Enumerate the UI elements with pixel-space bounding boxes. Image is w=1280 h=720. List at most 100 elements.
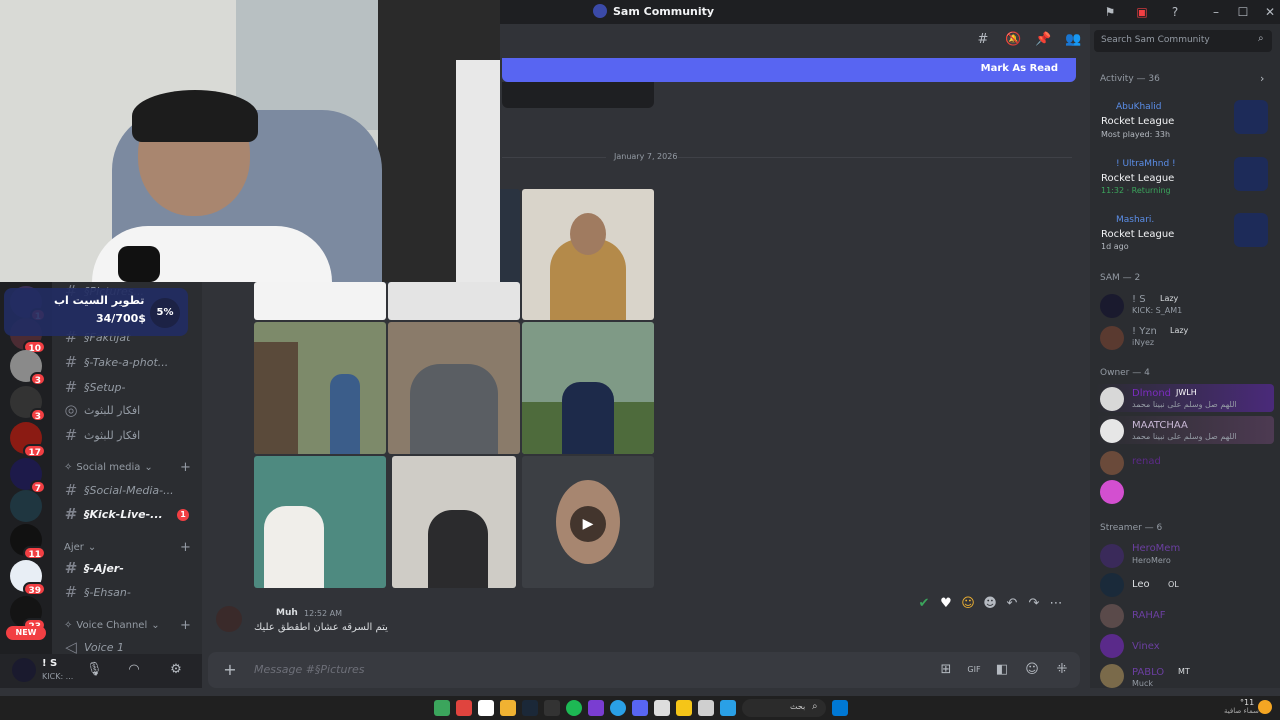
gif-icon[interactable]: GIF <box>966 662 982 678</box>
category-ajer[interactable]: Ajer ⌄ <box>64 542 96 553</box>
chevron-right-icon[interactable]: › <box>1260 72 1264 85</box>
server-icon[interactable]: 3 <box>10 386 46 422</box>
check-reaction-icon[interactable]: ✔ <box>916 596 932 612</box>
windows-start-icon[interactable] <box>832 700 848 716</box>
message-input[interactable]: Message #§Pictures <box>254 663 364 676</box>
app-icon[interactable] <box>720 700 736 716</box>
avatar[interactable] <box>216 606 242 632</box>
app-icon[interactable] <box>588 700 604 716</box>
avatar[interactable] <box>1100 387 1124 411</box>
avatar[interactable] <box>1100 326 1124 350</box>
avatar[interactable] <box>1100 634 1124 658</box>
avatar[interactable] <box>1100 480 1124 504</box>
channel-item[interactable]: # §Social-Media-... <box>64 479 174 501</box>
mark-as-read-button[interactable]: Mark As Read <box>981 63 1058 74</box>
channel-item[interactable]: # §-Ajer- <box>64 557 124 579</box>
edge-icon[interactable] <box>610 700 626 716</box>
app-icon[interactable] <box>456 700 472 716</box>
avatar[interactable] <box>1100 544 1124 568</box>
heart-reaction-icon[interactable]: ♥ <box>938 596 954 612</box>
server-icon[interactable] <box>10 490 42 522</box>
image-attachment[interactable] <box>388 322 520 454</box>
image-attachment[interactable] <box>522 322 654 454</box>
avatar[interactable] <box>1100 664 1124 688</box>
member-list-icon[interactable]: 👥 <box>1065 32 1081 48</box>
taskbar-search[interactable]: بحث ⌕ <box>742 699 826 717</box>
avatar[interactable] <box>1100 419 1124 443</box>
gift-icon[interactable]: ⊞ <box>938 662 954 678</box>
avatar[interactable] <box>1100 451 1124 475</box>
image-attachment[interactable] <box>522 189 654 320</box>
message-author[interactable]: Muh <box>276 608 298 618</box>
flag-icon[interactable]: ⚑ <box>1102 4 1118 20</box>
server-icon[interactable]: 7 <box>10 458 46 494</box>
minimize-button[interactable]: – <box>1202 0 1230 24</box>
member-name[interactable]: Dlmond <box>1132 388 1171 399</box>
server-icon[interactable]: 23 <box>10 596 46 632</box>
play-icon[interactable]: ▶ <box>570 506 606 542</box>
forward-icon[interactable]: ↷ <box>1026 596 1042 612</box>
discord-icon[interactable] <box>632 700 648 716</box>
pin-icon[interactable]: 📌 <box>1035 32 1051 48</box>
spotify-icon[interactable] <box>566 700 582 716</box>
headphones-icon[interactable]: ◠ <box>126 662 142 678</box>
inbox-icon[interactable]: ▣ <box>1134 4 1150 20</box>
channel-item[interactable]: # §Kick-Live-... <box>64 503 163 525</box>
app-icon[interactable] <box>434 700 450 716</box>
mute-bell-icon[interactable]: 🔕 <box>1005 32 1021 48</box>
server-icon[interactable]: 39 <box>10 560 46 596</box>
image-attachment[interactable] <box>254 456 386 588</box>
chrome-icon[interactable] <box>500 700 516 716</box>
activity-user[interactable]: AbuKhalid <box>1116 102 1161 112</box>
message-composer[interactable]: + Message #§Pictures ⊞ GIF ◧ ☺ ⁜ <box>208 652 1080 688</box>
member-name[interactable]: PABLO <box>1132 667 1164 678</box>
add-channel-icon[interactable]: + <box>180 540 191 555</box>
image-attachment[interactable] <box>392 456 516 588</box>
settings-gear-icon[interactable]: ⚙ <box>168 662 184 678</box>
add-reaction-icon[interactable]: ☻ <box>982 596 998 612</box>
add-channel-icon[interactable]: + <box>180 618 191 633</box>
app-icon[interactable] <box>478 700 494 716</box>
server-icon[interactable]: 3 <box>10 350 46 386</box>
channel-item[interactable]: # §Setup- <box>64 376 126 398</box>
member-name[interactable]: ! Yzn <box>1132 326 1157 337</box>
member-name[interactable]: MAATCHAA <box>1132 420 1188 431</box>
avatar[interactable] <box>1100 294 1124 318</box>
channel-item[interactable]: # افكار للبثوث <box>64 424 141 446</box>
more-options-icon[interactable]: ⋯ <box>1048 596 1064 612</box>
image-attachment[interactable] <box>254 282 386 320</box>
emoji-reaction-icon[interactable]: ☺ <box>960 596 976 612</box>
member-name[interactable]: RAHAF <box>1132 610 1166 621</box>
reply-icon[interactable]: ↶ <box>1004 596 1020 612</box>
image-attachment[interactable] <box>388 282 520 320</box>
new-messages-banner[interactable]: Mark As Read <box>502 58 1076 82</box>
attach-plus-icon[interactable]: + <box>222 662 238 678</box>
avatar[interactable] <box>12 658 36 682</box>
app-icon[interactable] <box>698 700 714 716</box>
app-icon[interactable] <box>654 700 670 716</box>
server-icon[interactable]: 17 <box>10 422 46 458</box>
threads-icon[interactable]: # <box>975 32 991 48</box>
add-channel-icon[interactable]: + <box>180 460 191 475</box>
apps-icon[interactable]: ⁜ <box>1054 662 1070 678</box>
search-input[interactable]: Search Sam Community ⌕ <box>1094 30 1272 52</box>
activity-user[interactable]: Mashari. <box>1116 215 1154 225</box>
channel-item[interactable]: # §-Ehsan- <box>64 581 131 603</box>
member-name[interactable]: Vinex <box>1132 641 1160 652</box>
activity-header[interactable]: Activity — 36 <box>1100 74 1160 84</box>
image-attachment[interactable] <box>254 322 386 454</box>
emoji-icon[interactable]: ☺ <box>1024 662 1040 678</box>
sticker-icon[interactable]: ◧ <box>994 662 1010 678</box>
microphone-icon[interactable]: 🎙 <box>86 662 103 678</box>
video-attachment[interactable]: ▶ <box>522 456 654 588</box>
maximize-button[interactable]: ☐ <box>1229 0 1257 24</box>
member-name[interactable]: ! S <box>1132 294 1146 305</box>
channel-item[interactable]: ◎ افكار للبثوث <box>64 399 140 421</box>
channel-item[interactable]: # §-Take-a-phot... <box>64 351 169 373</box>
member-name[interactable]: Leo <box>1132 579 1150 590</box>
member-name[interactable]: HeroMem <box>1132 543 1180 554</box>
steam-icon[interactable] <box>522 700 538 716</box>
category-social-media[interactable]: ✧ Social media ⌄ <box>64 462 153 473</box>
member-name[interactable]: renad <box>1132 456 1161 467</box>
close-button[interactable]: ✕ <box>1256 0 1280 24</box>
